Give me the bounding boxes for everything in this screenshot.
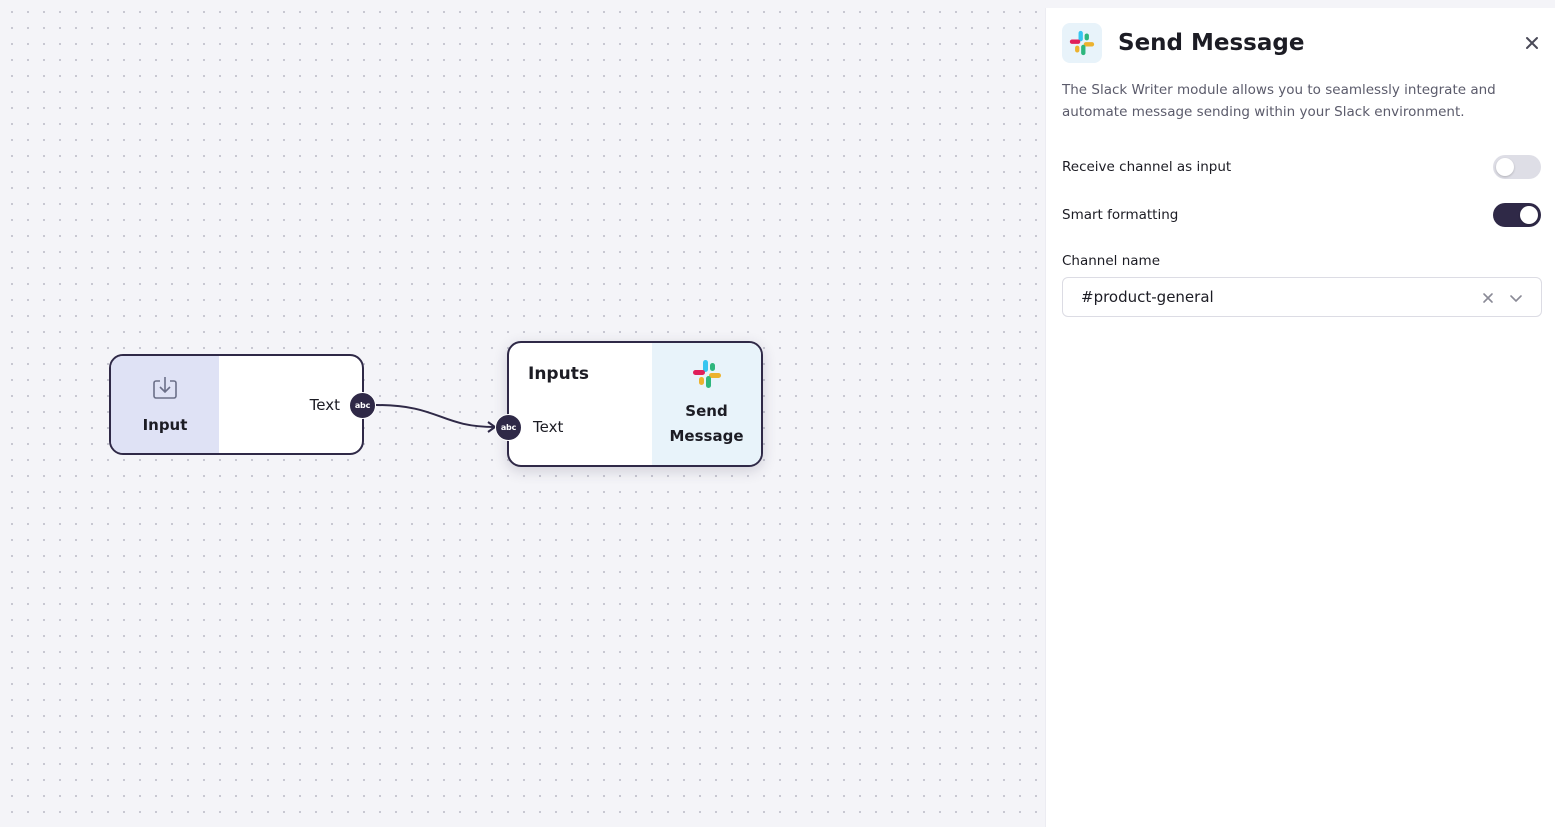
send-message-node[interactable]: Inputs abc Text Send Message: [495, 341, 763, 467]
setting-receive-channel: Receive channel as input: [1062, 155, 1541, 179]
input-tray-icon: [151, 376, 179, 406]
toggle-knob: [1496, 158, 1514, 176]
close-icon[interactable]: [1523, 34, 1541, 52]
toggle-knob: [1520, 206, 1538, 224]
channel-name-label: Channel name: [1062, 253, 1161, 269]
setting-label: Receive channel as input: [1062, 159, 1232, 175]
clear-icon[interactable]: [1481, 290, 1495, 304]
send-message-node-label: Send Message: [669, 402, 744, 445]
send-message-node-inputs: Inputs abc Text: [495, 343, 652, 465]
input-port-handle[interactable]: abc: [495, 414, 522, 441]
smart-formatting-toggle[interactable]: [1493, 203, 1541, 227]
input-node-outputs: Text abc: [219, 356, 376, 453]
input-node[interactable]: Input Text abc: [109, 354, 376, 455]
chevron-down-icon[interactable]: [1509, 290, 1523, 304]
setting-label: Smart formatting: [1062, 207, 1179, 223]
panel-description: The Slack Writer module allows you to se…: [1062, 82, 1496, 120]
input-node-label: Input: [142, 415, 188, 434]
node-settings-panel: Send Message The Slack Writer module all…: [1045, 8, 1555, 827]
slack-logo-icon: [692, 359, 722, 393]
slack-logo-icon: [1062, 23, 1102, 63]
channel-name-value: #product-general: [1081, 288, 1214, 306]
receive-channel-toggle[interactable]: [1493, 155, 1541, 179]
panel-header: Send Message: [1062, 23, 1304, 63]
input-node-icon-pane: Input: [111, 356, 219, 453]
send-message-node-icon-pane: Send Message: [652, 343, 761, 465]
output-port-label: Text: [309, 396, 340, 414]
channel-name-select[interactable]: #product-general: [1062, 277, 1542, 317]
inputs-section-title: Inputs: [528, 364, 589, 384]
output-port-handle[interactable]: abc: [349, 392, 376, 419]
input-port-label: Text: [533, 418, 564, 436]
panel-title: Send Message: [1118, 30, 1305, 56]
panel-top-gap: [1045, 0, 1555, 8]
setting-smart-formatting: Smart formatting: [1062, 203, 1541, 227]
